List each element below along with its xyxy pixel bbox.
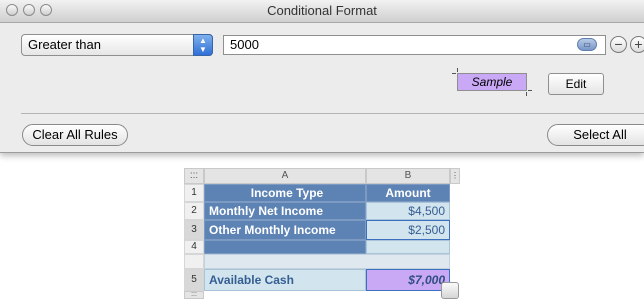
add-rule-icon[interactable]: + xyxy=(630,36,644,53)
table-cell[interactable] xyxy=(366,240,450,254)
table-cell[interactable]: Income Type xyxy=(204,184,366,202)
crop-mark-icon xyxy=(528,90,532,91)
table-cell[interactable]: $2,500 xyxy=(366,220,450,240)
popup-arrows-icon: ▲ ▼ xyxy=(193,34,213,56)
column-handle-icon[interactable]: ⋮ xyxy=(450,168,460,184)
row-header[interactable]: 5 xyxy=(184,269,204,291)
sample-preview: Sample xyxy=(457,73,527,91)
crop-mark-icon xyxy=(452,73,456,74)
table-cell[interactable]: $4,500 xyxy=(366,202,450,220)
title-bar: Conditional Format xyxy=(0,0,644,23)
table-cell[interactable]: Amount xyxy=(366,184,450,202)
column-header-a[interactable]: A xyxy=(204,168,366,184)
table-corner-handle[interactable]: ::: xyxy=(184,168,204,184)
row-header[interactable]: 1 xyxy=(184,184,204,202)
table-row xyxy=(204,254,450,269)
column-header-b[interactable]: B xyxy=(366,168,450,184)
resize-handle-icon[interactable] xyxy=(441,282,459,299)
edit-button[interactable]: Edit xyxy=(548,73,604,95)
crop-mark-icon xyxy=(457,68,458,72)
table-cell[interactable]: Available Cash xyxy=(204,269,366,291)
conditional-format-panel: Conditional Format Greater than ▲ ▼ 5000 … xyxy=(0,0,644,153)
row-header[interactable]: 2 xyxy=(184,202,204,220)
cell-reference-icon[interactable]: ▭ xyxy=(577,38,597,51)
table-cell[interactable]: Monthly Net Income xyxy=(204,202,366,220)
rule-value-text: 5000 xyxy=(230,37,259,52)
crop-mark-icon xyxy=(526,92,527,96)
row-header xyxy=(184,254,204,269)
window-title: Conditional Format xyxy=(267,3,377,18)
row-header[interactable]: 4 xyxy=(184,240,204,254)
table-cell[interactable] xyxy=(204,240,366,254)
divider xyxy=(21,113,644,114)
row-header[interactable]: 3 xyxy=(184,220,204,240)
condition-label: Greater than xyxy=(28,37,101,52)
rule-value-field[interactable]: 5000 xyxy=(223,35,606,55)
select-all-button[interactable]: Select All xyxy=(547,124,644,146)
more-rows-handle[interactable]: ::: xyxy=(184,291,204,299)
table-cell[interactable]: $7,000 xyxy=(366,269,450,291)
remove-rule-icon[interactable]: − xyxy=(610,36,627,53)
condition-popup[interactable]: Greater than ▲ ▼ xyxy=(21,34,213,56)
clear-all-rules-button[interactable]: Clear All Rules xyxy=(22,124,128,146)
table-cell[interactable]: Other Monthly Income xyxy=(204,220,366,240)
